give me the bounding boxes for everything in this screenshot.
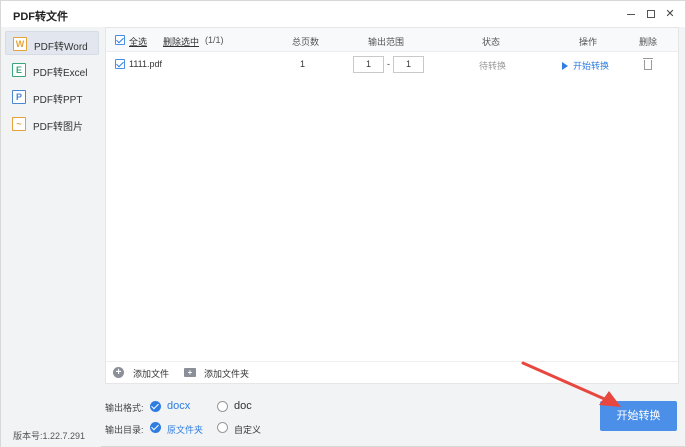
dir-custom-radio[interactable] [217, 422, 228, 433]
image-icon: ~ [12, 117, 26, 131]
minimize-icon [627, 13, 635, 15]
title-bar: PDF转文件 ✕ [1, 1, 685, 27]
delete-selected-link[interactable]: 删除选中 [163, 35, 199, 48]
select-all-link[interactable]: 全选 [129, 35, 147, 48]
sidebar-item-pdf-to-word[interactable]: W PDF转Word [5, 31, 99, 55]
dir-original-radio[interactable] [150, 422, 161, 433]
close-button[interactable]: ✕ [662, 6, 678, 22]
trash-icon-lid [643, 58, 653, 59]
column-total-pages: 总页数 [292, 37, 320, 47]
app-window: PDF转文件 ✕ W PDF转Word E PDF转Excel P PDF转PP… [0, 0, 686, 447]
version-label: 版本号:1.22.7.291 [13, 431, 86, 441]
minimize-button[interactable] [623, 6, 639, 22]
delete-row-button[interactable] [643, 58, 653, 70]
status-badge: 待转换 [479, 61, 507, 71]
sidebar-item-pdf-to-image[interactable]: ~ PDF转图片 [5, 112, 99, 136]
sidebar-item-pdf-to-excel[interactable]: E PDF转Excel [5, 58, 99, 82]
maximize-icon [647, 10, 655, 19]
start-convert-label: 开始转换 [573, 61, 610, 71]
column-output-range: 输出范围 [368, 37, 405, 47]
sidebar-item-label: PDF转Word [34, 42, 88, 53]
format-label: 输出格式: [105, 403, 144, 413]
format-doc-radio[interactable] [217, 401, 228, 412]
sidebar-item-label: PDF转Excel [33, 68, 88, 79]
folder-plus-icon: + [184, 368, 196, 377]
file-list-panel: 全选 删除选中 (1/1) 总页数 输出范围 状态 操作 删除 1111.pdf… [105, 27, 679, 384]
sidebar-item-label: PDF转PPT [33, 95, 83, 106]
start-convert-link[interactable]: 开始转换 [562, 59, 609, 72]
sidebar: W PDF转Word E PDF转Excel P PDF转PPT ~ PDF转图… [1, 27, 101, 447]
table-row: 1111.pdf 1 1 - 1 待转换 开始转换 [106, 52, 678, 78]
format-docx-radio[interactable] [150, 401, 161, 412]
column-operation: 操作 [579, 37, 598, 47]
close-icon: ✕ [665, 8, 675, 20]
dir-original-label[interactable]: 原文件夹 [167, 423, 203, 436]
range-separator: - [387, 59, 390, 69]
select-all-checkbox[interactable] [115, 35, 125, 45]
column-delete: 删除 [639, 37, 658, 47]
range-from-input[interactable]: 1 [353, 56, 384, 73]
trash-icon [644, 60, 652, 70]
file-name: 1111.pdf [129, 59, 163, 69]
add-folder-label: 添加文件夹 [204, 369, 250, 379]
pointer-arrow-icon [521, 361, 621, 407]
selected-count: (1/1) [205, 35, 224, 45]
add-file-label: 添加文件 [133, 369, 170, 379]
ppt-icon: P [12, 90, 26, 104]
maximize-button[interactable] [643, 6, 659, 22]
output-dir-label: 输出目录: [105, 425, 144, 435]
sidebar-item-pdf-to-ppt[interactable]: P PDF转PPT [5, 85, 99, 109]
play-icon [562, 62, 568, 70]
excel-icon: E [12, 63, 26, 77]
dir-custom-label[interactable]: 自定义 [234, 423, 261, 436]
plus-icon: + [113, 367, 124, 378]
row-checkbox[interactable] [115, 59, 125, 69]
range-to-input[interactable]: 1 [393, 56, 424, 73]
check-icon [116, 59, 124, 68]
format-docx-label[interactable]: docx [167, 400, 190, 412]
sidebar-item-label: PDF转图片 [33, 122, 83, 133]
check-icon [116, 35, 124, 44]
window-title: PDF转文件 [13, 11, 68, 23]
word-icon: W [13, 37, 27, 51]
table-header: 全选 删除选中 (1/1) 总页数 输出范围 状态 操作 删除 [106, 28, 678, 52]
format-doc-label[interactable]: doc [234, 400, 252, 412]
page-count: 1 [300, 59, 306, 69]
column-status: 状态 [482, 37, 501, 47]
